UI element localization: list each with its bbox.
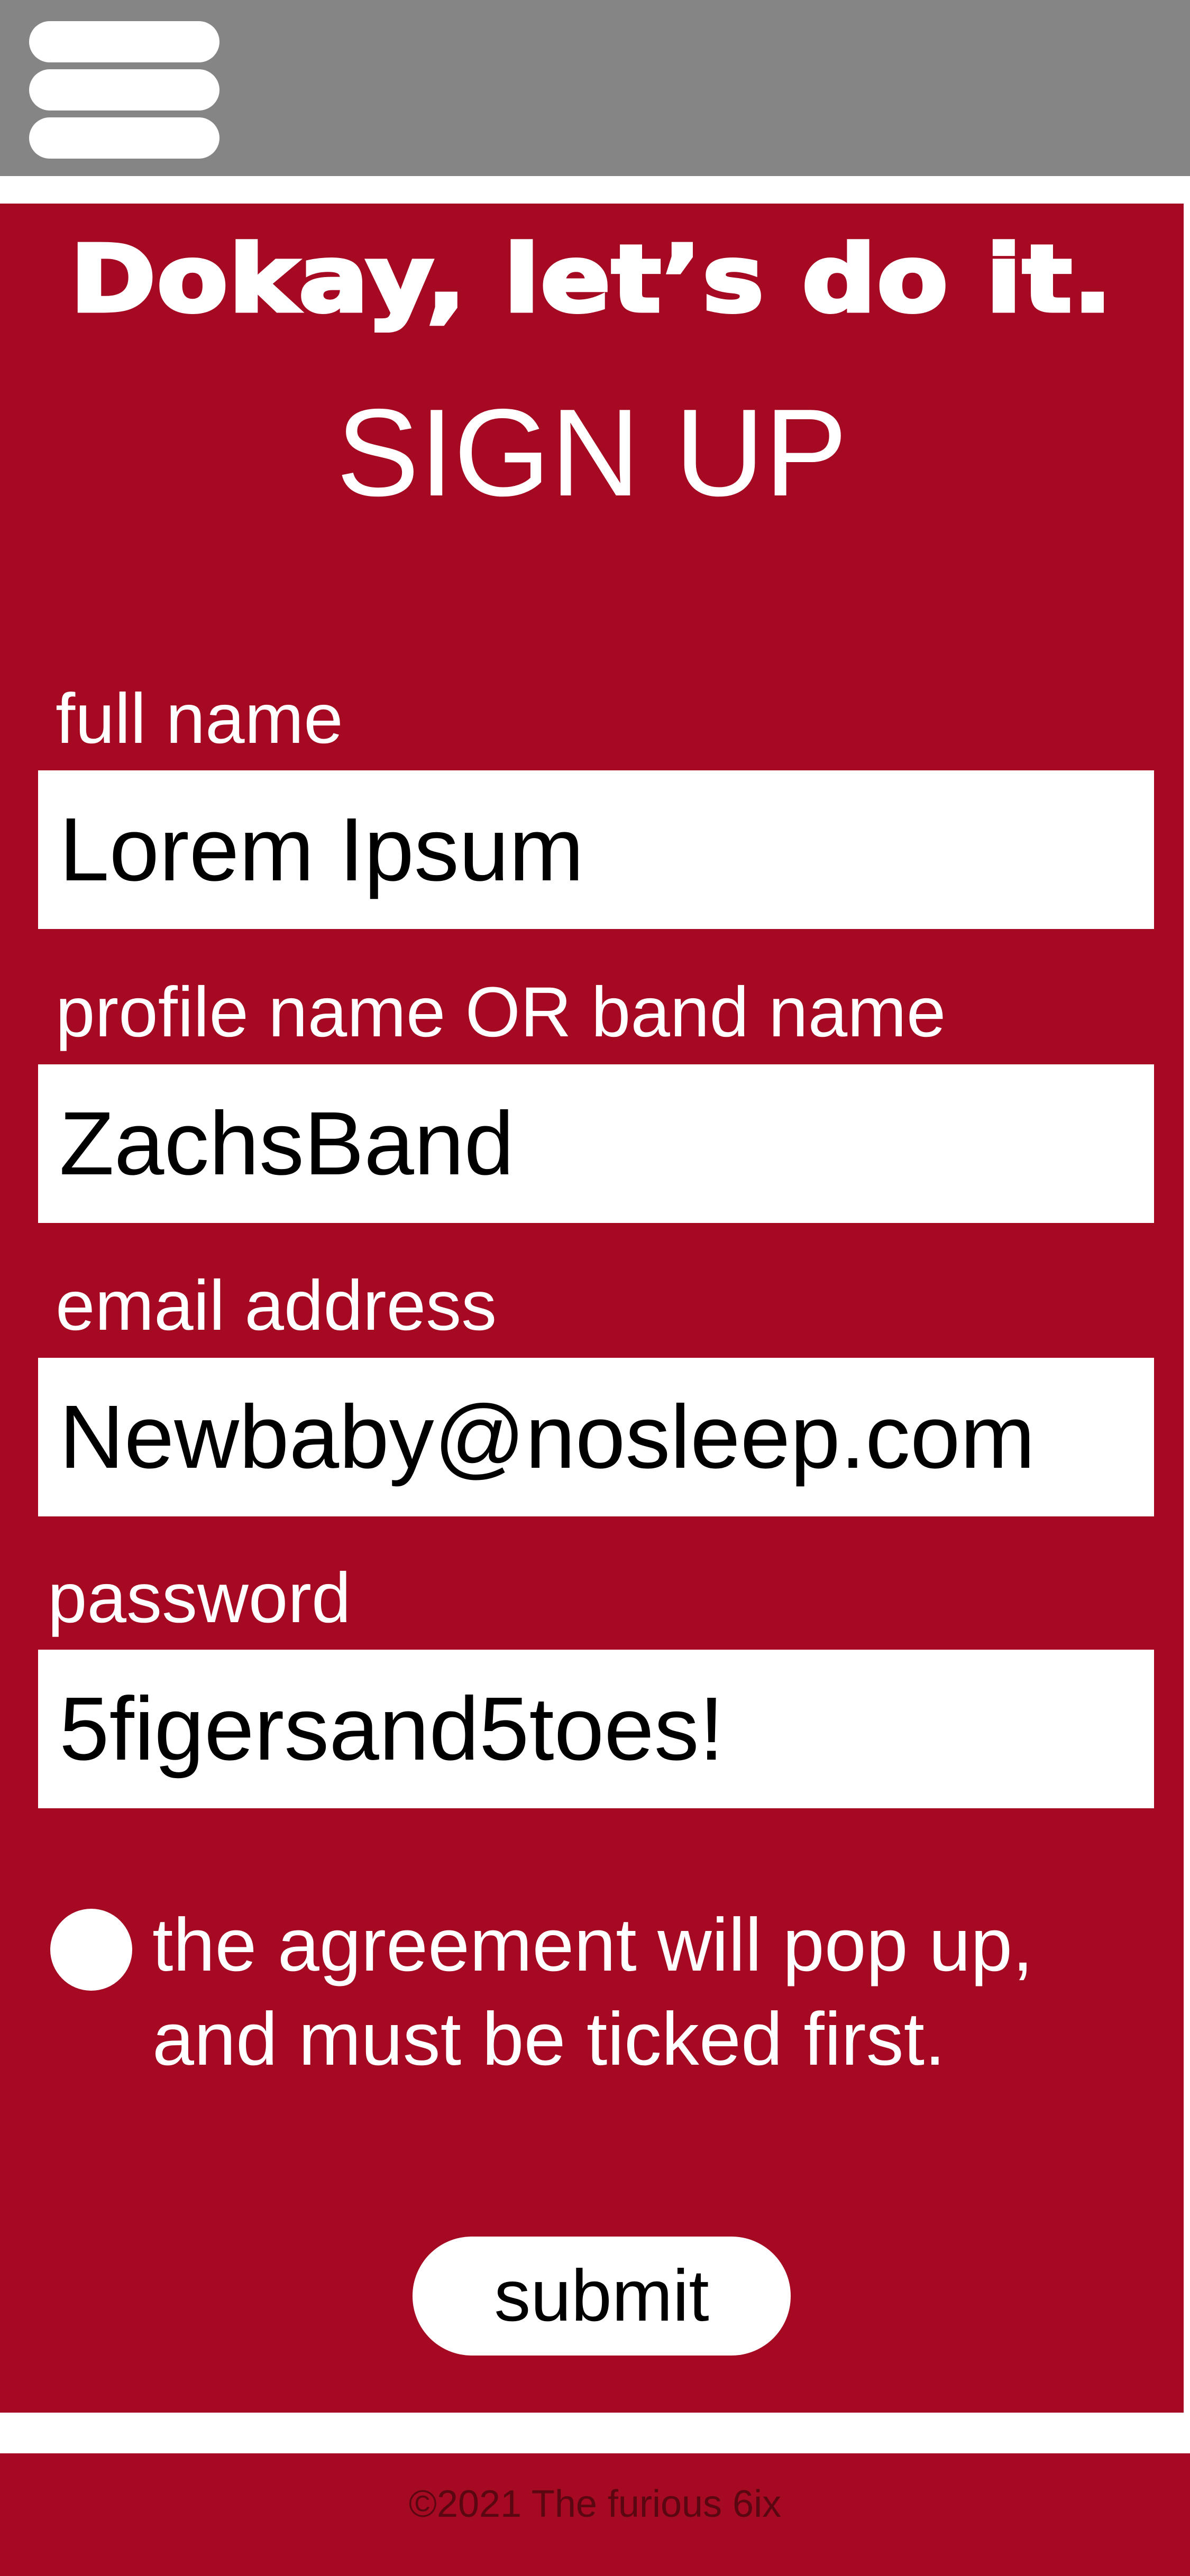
page-title: SIGN UP <box>336 383 848 522</box>
agreement-text: the agreement will pop up, and must be t… <box>152 1898 1157 2086</box>
menu-bar-line <box>29 117 219 159</box>
agreement-line-1: the agreement will pop up, <box>152 1903 1033 1987</box>
password-input[interactable] <box>59 1677 1154 1781</box>
copyright-text: ©2021 The furious 6ix <box>408 2483 782 2525</box>
agreement-line-2: and must be ticked first. <box>152 1997 946 2081</box>
top-bar <box>0 0 1190 176</box>
profile-name-input[interactable] <box>59 1092 1154 1195</box>
menu-bar-line <box>29 69 219 111</box>
email-input[interactable] <box>59 1385 1154 1489</box>
email-label: email address <box>56 1266 497 1345</box>
email-field[interactable] <box>38 1358 1154 1516</box>
signup-panel: Dokay, let’s do it. SIGN UP full name pr… <box>0 204 1190 2413</box>
full-name-input[interactable] <box>59 798 1154 901</box>
password-label: password <box>48 1559 351 1637</box>
submit-button[interactable]: submit <box>413 2237 791 2356</box>
password-field[interactable] <box>38 1650 1154 1808</box>
profile-name-field[interactable] <box>38 1064 1154 1223</box>
full-name-field[interactable] <box>38 770 1154 929</box>
full-name-label: full name <box>56 679 343 758</box>
profile-name-label: profile name OR band name <box>56 973 946 1052</box>
menu-bar-line <box>29 21 219 62</box>
hamburger-menu-icon[interactable] <box>29 21 219 159</box>
page-heading: Dokay, let’s do it. <box>68 224 1114 335</box>
agreement-radio[interactable] <box>50 1909 132 1991</box>
footer: ©2021 The furious 6ix <box>0 2453 1190 2576</box>
